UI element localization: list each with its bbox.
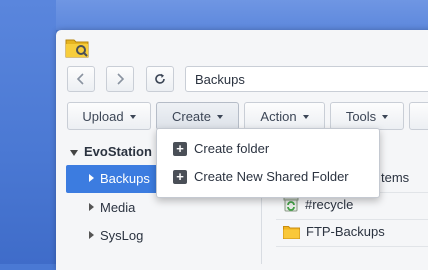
file-name: FTP-Backups [306,224,385,239]
upload-label: Upload [82,108,124,124]
expand-triangle-icon[interactable] [70,150,78,156]
folder-icon [283,225,300,239]
back-button[interactable] [67,66,95,92]
chevron-down-icon [382,114,389,119]
items-count-partial: tems [381,170,409,185]
action-label: Action [260,108,297,124]
menu-item-label: Create folder [194,141,270,156]
items-count-text: tems [381,170,410,185]
tools-label: Tools [345,108,377,124]
desktop-background-top [56,0,428,30]
sidebar-root[interactable]: EvoStation [84,144,152,159]
menu-item-create-shared-folder[interactable]: + Create New Shared Folder [157,162,379,190]
sidebar-item-label: SysLog [100,228,144,243]
chevron-down-icon [217,114,224,119]
chevron-down-icon [129,114,136,119]
create-dropdown-menu: + Create folder + Create New Shared Fold… [156,128,380,198]
file-station-folder-icon [65,39,89,58]
sidebar-item-syslog[interactable]: SysLog [66,222,261,250]
tools-button[interactable]: Tools [330,102,404,130]
expand-arrow-icon[interactable] [89,174,94,182]
sidebar-item-label: Backups [100,171,150,186]
create-label: Create [171,108,212,124]
chevron-left-icon [76,73,84,85]
path-text: Backups [195,72,245,87]
list-item[interactable]: #recycle [283,196,353,212]
menu-item-label: Create New Shared Folder [194,169,349,184]
desktop-background [0,0,56,264]
chevron-right-icon [117,73,125,85]
refresh-icon [155,73,165,84]
settings-button[interactable] [409,102,428,130]
forward-button[interactable] [106,66,134,92]
menu-item-create-folder[interactable]: + Create folder [157,134,379,162]
list-divider [276,246,428,247]
chevron-down-icon [302,114,309,119]
action-button[interactable]: Action [244,102,325,130]
expand-arrow-icon[interactable] [89,203,94,211]
sidebar-item-media[interactable]: Media [66,194,261,222]
plus-icon: + [173,142,187,156]
list-divider [276,219,428,220]
plus-icon: + [173,170,187,184]
list-item[interactable]: FTP-Backups [283,224,385,239]
create-button[interactable]: Create [156,102,239,130]
recycle-bin-icon [283,196,299,212]
refresh-button[interactable] [146,66,174,92]
path-field[interactable]: Backups [185,66,428,92]
sidebar-item-label: Media [100,200,136,215]
file-name: #recycle [305,196,354,212]
upload-button[interactable]: Upload [67,102,151,130]
expand-arrow-icon[interactable] [89,231,94,239]
